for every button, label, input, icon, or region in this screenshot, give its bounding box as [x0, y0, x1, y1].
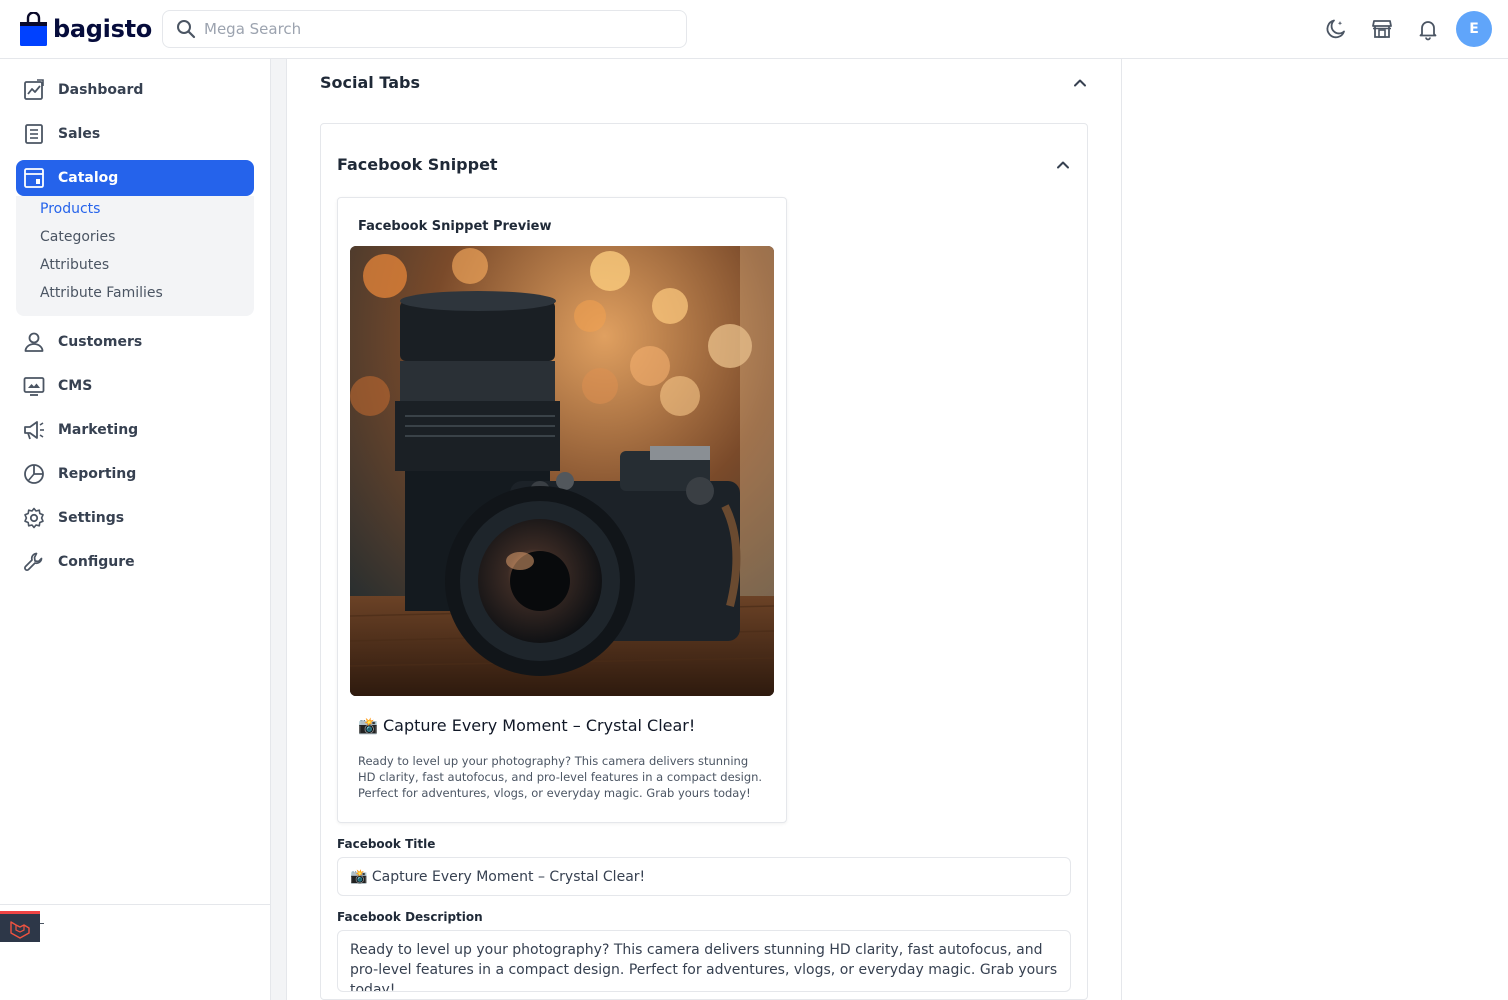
laravel-debugbar-toggle[interactable]	[0, 911, 40, 942]
section-title-facebook-snippet: Facebook Snippet	[337, 155, 498, 174]
sidebar-item-label: Marketing	[58, 422, 139, 438]
chevron-up-icon[interactable]	[1071, 74, 1089, 92]
preview-label: Facebook Snippet Preview	[358, 219, 552, 234]
facebook-title-label: Facebook Title	[337, 837, 436, 851]
storefront-icon[interactable]	[1370, 17, 1394, 41]
sidebar-subitem-products[interactable]: Products	[40, 201, 100, 217]
sidebar-subitem-attribute-families[interactable]: Attribute Families	[40, 285, 163, 301]
right-side-panel	[1122, 59, 1508, 1000]
sidebar-item-catalog[interactable]: Catalog	[16, 160, 254, 196]
sidebar-item-marketing[interactable]: Marketing	[16, 412, 254, 448]
sidebar-item-label: Settings	[58, 510, 125, 526]
search-icon	[177, 20, 196, 39]
preview-image-camera	[350, 246, 774, 696]
user-avatar[interactable]: E	[1456, 11, 1492, 47]
sidebar-subitem-categories[interactable]: Categories	[40, 229, 115, 245]
sidebar-subitem-attributes[interactable]: Attributes	[40, 257, 109, 273]
laravel-icon	[10, 921, 30, 939]
configure-wrench-icon	[24, 552, 43, 571]
cms-icon	[23, 377, 45, 396]
sales-icon	[25, 124, 43, 144]
sidebar-item-label: Sales	[58, 126, 101, 142]
facebook-description-textarea[interactable]: Ready to level up your photography? This…	[337, 930, 1071, 992]
sidebar-item-reporting[interactable]: Reporting	[16, 456, 254, 492]
sidebar-footer	[0, 904, 270, 942]
catalog-icon	[24, 168, 44, 188]
dark-mode-moon-icon[interactable]	[1324, 17, 1348, 41]
sidebar-item-label: Configure	[58, 554, 135, 570]
sidebar-item-configure[interactable]: Configure	[16, 544, 254, 580]
sidebar-item-sales[interactable]: Sales	[16, 116, 254, 152]
chevron-up-icon[interactable]	[1054, 156, 1072, 174]
sidebar-item-label: Reporting	[58, 466, 137, 482]
sidebar-item-settings[interactable]: Settings	[16, 500, 254, 536]
sidebar-item-label: Catalog	[58, 170, 119, 186]
brand-name: bagisto	[53, 15, 152, 43]
reporting-icon	[24, 464, 44, 484]
notification-bell-icon[interactable]	[1416, 17, 1440, 41]
dashboard-icon	[24, 79, 44, 100]
preview-description: Ready to level up your photography? This…	[358, 754, 763, 800]
camera-photo-image	[350, 246, 774, 696]
sidebar-item-dashboard[interactable]: Dashboard	[16, 72, 254, 108]
preview-title: 📸 Capture Every Moment – Crystal Clear!	[358, 716, 696, 735]
marketing-icon	[24, 421, 44, 440]
section-title-social-tabs: Social Tabs	[320, 73, 420, 92]
facebook-title-input[interactable]	[337, 857, 1071, 896]
sidebar-item-label: Customers	[58, 334, 143, 350]
search-input[interactable]	[204, 20, 664, 38]
bag-logo-icon	[20, 12, 47, 46]
sidebar-item-label: CMS	[58, 378, 93, 394]
facebook-description-label: Facebook Description	[337, 910, 483, 924]
top-header: bagisto E	[0, 0, 1508, 59]
brand-logo[interactable]: bagisto	[20, 11, 152, 47]
footer-divider	[40, 923, 44, 924]
sidebar-item-customers[interactable]: Customers	[16, 324, 254, 360]
sidebar-item-label: Dashboard	[58, 82, 144, 98]
settings-icon	[24, 507, 44, 529]
mega-search[interactable]	[162, 10, 687, 48]
sidebar-item-cms[interactable]: CMS	[16, 368, 254, 404]
customers-icon	[24, 332, 44, 352]
